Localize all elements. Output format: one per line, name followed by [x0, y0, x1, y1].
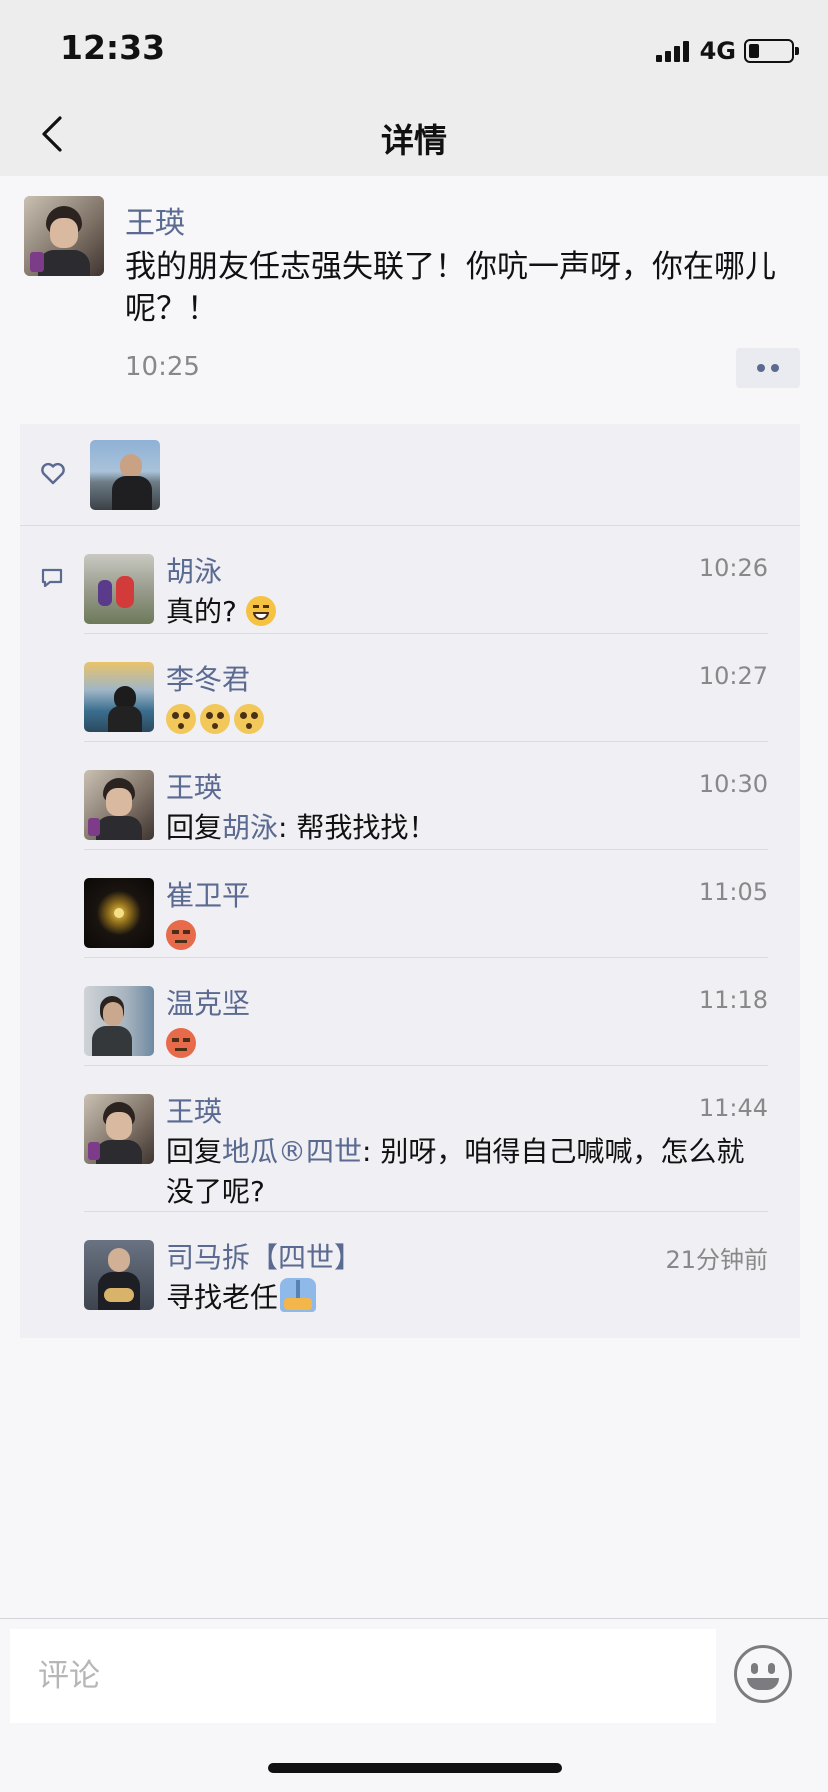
- avatar[interactable]: [84, 770, 154, 840]
- battery-icon: [744, 39, 799, 63]
- comment-body: 真的?: [166, 595, 237, 628]
- comment-text: 回复地瓜®四世: 别呀，咱得自己喊喊，怎么就没了呢?: [166, 1132, 766, 1212]
- comment-item[interactable]: 崔卫平 11:05: [84, 850, 784, 958]
- comment-text: [166, 916, 766, 956]
- angry-icon: [166, 1028, 196, 1058]
- angry-icon: [166, 920, 196, 950]
- comment-text: [166, 1024, 766, 1064]
- emoji-button[interactable]: [734, 1645, 792, 1703]
- comment-time: 10:26: [698, 554, 768, 582]
- heart-icon: [41, 462, 65, 485]
- post-time: 10:25: [125, 352, 200, 382]
- interaction-panel: 胡泳 10:26 真的? 李冬君 10:27 王瑛 10:30 回复胡泳: 帮我…: [20, 424, 800, 1338]
- comment-time: 11:44: [698, 1094, 768, 1122]
- avatar[interactable]: [84, 1094, 154, 1164]
- status-indicators: 4G: [655, 36, 799, 66]
- more-button[interactable]: [736, 348, 800, 388]
- post-text: 我的朋友任志强失联了！你吭一声呀，你在哪儿呢？！: [125, 249, 776, 327]
- comment-text: 真的?: [166, 592, 766, 632]
- comment-time: 11:05: [698, 878, 768, 906]
- likes-row: [20, 424, 800, 526]
- comment-time: 10:27: [698, 662, 768, 690]
- avatar[interactable]: [24, 196, 104, 276]
- avatar[interactable]: [84, 662, 154, 732]
- comment-item[interactable]: 王瑛 10:30 回复胡泳: 帮我找找！: [84, 742, 784, 850]
- status-time: 12:33: [60, 28, 166, 67]
- avatar[interactable]: [84, 554, 154, 624]
- avatar[interactable]: [84, 986, 154, 1056]
- comment-item[interactable]: 温克坚 11:18: [84, 958, 784, 1066]
- comment-author[interactable]: 崔卫平: [166, 874, 250, 914]
- status-bar: 12:33 4G: [0, 0, 828, 94]
- comment-item[interactable]: 王瑛 11:44 回复地瓜®四世: 别呀，咱得自己喊喊，怎么就没了呢?: [84, 1066, 784, 1212]
- comment-bar: [0, 1618, 828, 1792]
- dizzy-icon: [234, 704, 264, 734]
- dot-icon: [771, 364, 779, 372]
- comment-author[interactable]: 温克坚: [166, 982, 250, 1022]
- comment-author[interactable]: 司马拆【四世】: [166, 1236, 362, 1276]
- comment-body: : 帮我找找！: [278, 811, 437, 844]
- comment-item[interactable]: 胡泳 10:26 真的?: [84, 526, 784, 634]
- reply-to-name[interactable]: 胡泳: [222, 811, 278, 844]
- comment-author[interactable]: 胡泳: [166, 550, 222, 590]
- dot-icon: [757, 364, 765, 372]
- page-title: 详情: [381, 121, 447, 160]
- comment-author[interactable]: 王瑛: [166, 766, 222, 806]
- comment-input[interactable]: [10, 1629, 716, 1723]
- comment-icon: [41, 568, 63, 588]
- nav-bar: 详情: [0, 94, 828, 176]
- dizzy-icon: [200, 704, 230, 734]
- comment-time: 11:18: [698, 986, 768, 1014]
- comment-text: [166, 700, 766, 740]
- comment-author[interactable]: 李冬君: [166, 658, 250, 698]
- comment-time: 10:30: [698, 770, 768, 798]
- home-indicator: [268, 1763, 562, 1773]
- avatar[interactable]: [84, 878, 154, 948]
- reply-prefix: 回复: [166, 1135, 223, 1168]
- comment-text: 寻找老任: [166, 1278, 766, 1318]
- avatar[interactable]: [90, 440, 160, 510]
- comment-author[interactable]: 王瑛: [166, 1090, 222, 1130]
- comment-item[interactable]: 司马拆【四世】 21分钟前 寻找老任: [84, 1212, 784, 1320]
- comment-time: 21分钟前: [665, 1246, 768, 1274]
- comment-text: 回复胡泳: 帮我找找！: [166, 808, 766, 848]
- avatar[interactable]: [84, 1240, 154, 1310]
- reply-prefix: 回复: [166, 811, 223, 844]
- pray-icon: [280, 1278, 317, 1312]
- comment-item[interactable]: 李冬君 10:27: [84, 634, 784, 742]
- dizzy-icon: [166, 704, 196, 734]
- comment-body: 寻找老任: [166, 1281, 279, 1314]
- signal-icon: [655, 40, 692, 62]
- reply-to-name[interactable]: 地瓜®四世: [222, 1135, 362, 1168]
- post-author[interactable]: 王瑛: [125, 198, 185, 242]
- grin-icon: [245, 596, 276, 626]
- network-label: 4G: [699, 37, 736, 65]
